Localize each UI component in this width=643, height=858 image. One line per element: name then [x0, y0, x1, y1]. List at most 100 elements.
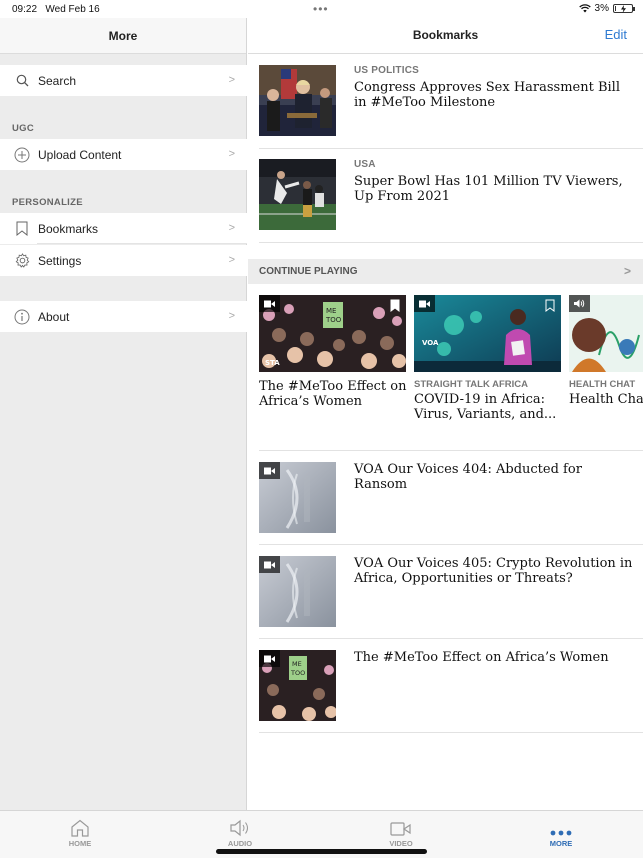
sidebar-item-label: Settings — [38, 253, 82, 268]
sidebar-item-upload-content[interactable]: Upload Content > — [0, 139, 247, 170]
video-thumbnail: VOA — [414, 295, 561, 372]
sidebar-item-about[interactable]: About > — [0, 301, 247, 332]
chevron-right-icon: > — [623, 264, 631, 278]
bookmark-title: Super Bowl Has 101 Million TV Viewers, U… — [354, 174, 623, 204]
svg-text:ME: ME — [326, 307, 336, 315]
bookmark-icon[interactable] — [390, 299, 400, 317]
bookmark-item[interactable]: US POLITICS Congress Approves Sex Harass… — [259, 65, 643, 159]
divider — [259, 242, 643, 243]
edit-button[interactable]: Edit — [605, 27, 627, 42]
divider — [259, 544, 643, 545]
continue-playing-card[interactable]: HEALTH CHAT Health Chat — [569, 295, 643, 407]
card-title: Health Chat — [569, 392, 643, 407]
sidebar-item-bookmarks[interactable]: Bookmarks > — [0, 213, 247, 244]
chevron-right-icon: > — [228, 254, 235, 266]
home-icon — [40, 813, 120, 837]
continue-playing-card[interactable]: ME TOO STA The #MeToo Effect on Africa’s… — [259, 295, 409, 409]
tab-home[interactable]: HOME — [40, 811, 120, 848]
chevron-right-icon: > — [228, 74, 235, 86]
sidebar-item-settings[interactable]: Settings > — [0, 245, 247, 276]
wifi-icon — [578, 4, 591, 13]
status-bar: 09:22 Wed Feb 16 ••• 3% — [0, 0, 643, 18]
tab-label: HOME — [68, 839, 92, 848]
continue-playing-header[interactable]: CONTINUE PLAYING > — [248, 259, 643, 284]
speaker-icon — [569, 295, 590, 312]
battery-icon — [613, 4, 635, 13]
speaker-icon — [200, 813, 280, 837]
tab-bar: HOME AUDIO VIDEO MORE — [0, 810, 643, 858]
divider — [259, 148, 643, 149]
svg-text:TOO: TOO — [290, 669, 305, 677]
sidebar-item-label: Search — [38, 73, 77, 88]
divider — [259, 732, 643, 733]
divider — [259, 450, 643, 451]
video-thumbnail: ME TOO — [259, 650, 336, 721]
svg-text:STA: STA — [265, 359, 280, 367]
video-title: The #MeToo Effect on Africa’s Women — [354, 650, 609, 665]
card-title: The #MeToo Effect on Africa’s Women — [259, 379, 407, 409]
article-thumbnail — [259, 159, 336, 230]
video-icon — [259, 295, 280, 312]
tab-label: VIDEO — [389, 839, 413, 848]
section-title: CONTINUE PLAYING — [259, 266, 358, 277]
video-thumbnail — [259, 556, 336, 627]
svg-text:TOO: TOO — [325, 316, 342, 324]
audio-thumbnail — [569, 295, 643, 372]
bookmark-category: US POLITICS — [354, 65, 419, 76]
status-right: 3% — [578, 3, 635, 14]
video-icon — [414, 295, 435, 312]
svg-text:ME: ME — [292, 660, 302, 668]
tab-label: MORE — [549, 839, 573, 848]
video-icon — [259, 650, 280, 667]
bookmarks-nav-bar: Bookmarks Edit — [248, 18, 643, 54]
section-header-ugc: UGC — [12, 123, 35, 134]
sidebar-title: More — [0, 18, 246, 54]
video-title: VOA Our Voices 405: Crypto Revolution in… — [354, 556, 633, 586]
video-icon — [259, 462, 280, 479]
video-camera-icon — [361, 813, 441, 837]
video-list-item[interactable]: ME TOO The #MeToo Effect on Africa’s Wom… — [259, 650, 643, 744]
card-title: COVID-19 in Africa: Virus, Variants, and… — [414, 392, 557, 422]
card-category: HEALTH CHAT — [569, 379, 636, 390]
tab-video[interactable]: VIDEO — [361, 811, 441, 848]
continue-playing-card[interactable]: VOA STRAIGHT TALK AFRICA COVID-19 in Afr… — [414, 295, 564, 422]
bookmark-icon — [12, 219, 32, 239]
video-list-item[interactable]: VOA Our Voices 405: Crypto Revolution in… — [259, 556, 643, 650]
more-sidebar: More Search > UGC Upload Content > PERSO… — [0, 18, 247, 810]
multitasking-dots[interactable]: ••• — [313, 2, 329, 16]
sidebar-item-label: Upload Content — [38, 147, 122, 162]
plus-circle-icon — [12, 145, 32, 165]
bookmarks-panel: Bookmarks Edit US POLITICS Congress Appr… — [248, 18, 643, 810]
bookmark-title: Congress Approves Sex Harassment Bill in… — [354, 80, 620, 110]
sidebar-item-label: About — [38, 309, 70, 324]
bookmark-item[interactable]: USA Super Bowl Has 101 Million TV Viewer… — [259, 159, 643, 253]
divider — [259, 638, 643, 639]
tab-label: AUDIO — [227, 839, 253, 848]
tab-audio[interactable]: AUDIO — [200, 811, 280, 848]
video-list-item[interactable]: VOA Our Voices 404: Abducted for Ransom — [259, 462, 643, 556]
sidebar-item-search[interactable]: Search > — [0, 65, 247, 96]
card-category: STRAIGHT TALK AFRICA — [414, 379, 528, 390]
chevron-right-icon: > — [228, 310, 235, 322]
tab-more[interactable]: MORE — [521, 811, 601, 848]
info-icon — [12, 307, 32, 327]
page-title: Bookmarks — [412, 28, 479, 42]
home-indicator[interactable] — [216, 849, 427, 854]
battery-percent: 3% — [594, 3, 609, 14]
section-header-personalize: PERSONALIZE — [12, 197, 83, 208]
video-thumbnail — [259, 462, 336, 533]
gear-icon — [12, 251, 32, 271]
more-dots-icon — [521, 813, 601, 837]
chevron-right-icon: > — [228, 148, 235, 160]
chevron-right-icon: > — [228, 222, 235, 234]
sidebar-item-label: Bookmarks — [38, 221, 99, 236]
video-title: VOA Our Voices 404: Abducted for Ransom — [354, 462, 582, 492]
search-icon — [12, 71, 32, 91]
bookmark-category: USA — [354, 159, 376, 170]
bookmark-icon[interactable] — [545, 299, 555, 317]
video-thumbnail: ME TOO STA — [259, 295, 406, 372]
status-time: 09:22 Wed Feb 16 — [12, 4, 100, 15]
video-icon — [259, 556, 280, 573]
article-thumbnail — [259, 65, 336, 136]
svg-text:VOA: VOA — [422, 339, 439, 347]
